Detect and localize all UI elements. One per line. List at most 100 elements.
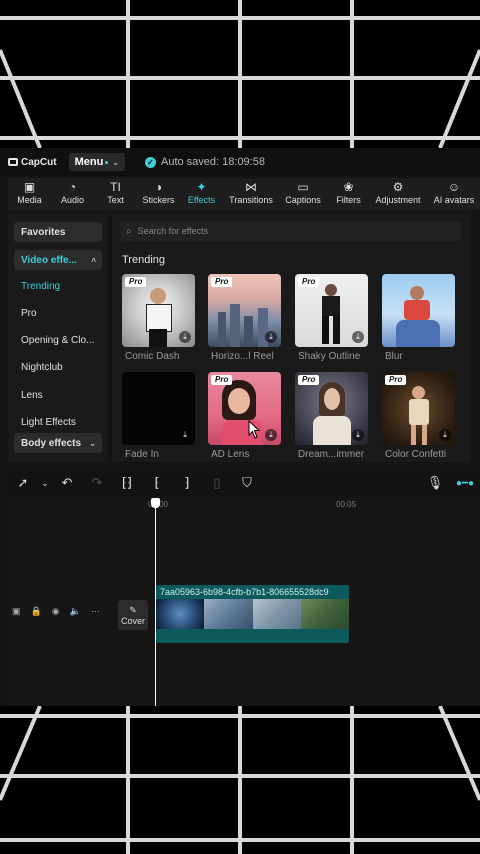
chevron-up-icon: ˄ [91,255,96,265]
link-toggle-icon[interactable]: ●━● [450,478,480,489]
sidebar-item-label: Video effe... [21,254,77,266]
effect-thumbnail: Pro ⤓ [382,372,455,445]
sidebar-item-label: Lens [21,389,43,401]
cover-button[interactable]: ✎ Cover [118,600,148,630]
search-input[interactable]: ⌕ Search for effects [120,221,462,241]
effect-card-comic-dash[interactable]: Pro ⤓ Comic Dash [122,274,195,362]
tab-effects[interactable]: ✦ Effects [180,178,223,210]
sidebar-item-label: Opening & Clo... [21,334,95,346]
autosave-status: ✓ Auto saved: 18:09:58 [145,156,265,168]
timeline-panel: 00:00 00:05 ▣ 🔒 ◉ 🔈 ⋯ ✎ Cover 7aa05963-6… [8,496,480,706]
effect-label: Color Confetti [385,449,447,460]
tab-label: AI avatars [433,195,475,205]
effect-card-fade-in[interactable]: ⤓ Fade In [122,372,195,460]
clip-frame [252,599,301,629]
effect-thumbnail: Pro ⤓ [295,274,368,347]
tab-transitions[interactable]: ⋈ Transitions [223,178,279,210]
logo-text: CapCut [21,156,57,168]
download-icon[interactable]: ⤓ [352,429,364,441]
sidebar-item-label: Light Effects [21,416,76,428]
effect-thumbnail: Pro ⤓ [122,274,195,347]
download-icon[interactable]: ⤓ [265,429,277,441]
effect-card-blur[interactable]: Blur [382,274,455,362]
chevron-down-icon: ⌄ [89,438,96,448]
shield-icon[interactable]: ⛉ [232,475,262,491]
tab-label: Captions [285,195,321,205]
delete-icon[interactable]: ▯ [202,475,232,491]
tab-media[interactable]: ▣ Media [8,178,51,210]
sidebar-item-light-effects[interactable]: Light Effects [14,412,102,432]
track-controls: ▣ 🔒 ◉ 🔈 ⋯ [12,606,110,617]
split-right-icon[interactable]: ⁆ [172,475,202,491]
clip-frame [156,599,205,629]
effect-label: Horizo...l Reel [211,351,274,362]
clip-frames [156,599,349,629]
lock-icon[interactable]: 🔒 [31,606,42,617]
tab-captions[interactable]: ▭ Captions [279,178,327,210]
check-icon: ✓ [145,156,156,168]
volume-icon[interactable]: 🔈 [70,606,81,617]
transitions-icon: ⋈ [245,180,257,194]
redo-icon[interactable]: ↷ [82,475,112,491]
download-icon[interactable]: ⤓ [179,429,191,441]
effect-card-dream-shimmer[interactable]: Pro ⤓ Dream...immer [295,372,368,460]
download-icon[interactable]: ⤓ [265,331,277,343]
download-icon[interactable]: ⤓ [179,331,191,343]
video-clip[interactable]: 7aa05963-6b98-4cfb-b7b1-806655528dc9 [156,585,349,643]
capcut-logo: CapCut [8,157,57,168]
sidebar-item-pro[interactable]: Pro [14,303,102,323]
mouse-cursor-icon [248,420,261,439]
sidebar-item-label: Favorites [21,226,66,238]
capcut-logo-icon [8,158,18,166]
undo-icon[interactable]: ↶ [52,475,82,491]
capcut-window: CapCut Menu ⌄ ✓ Auto saved: 18:09:58 ▣ M… [0,148,480,706]
cover-label: Cover [120,615,145,626]
tab-label: Adjustment [375,195,421,205]
main-toolbar: ▣ Media ◔ Audio TI Text ◑ Stickers ✦ Eff… [8,178,480,210]
split-left-icon[interactable]: ⁅ [142,475,172,491]
effect-card-color-confetti[interactable]: Pro ⤓ Color Confetti [382,372,455,460]
effect-card-horizontal-reel[interactable]: Pro ⤓ Horizo...l Reel [208,274,281,362]
select-tool-icon[interactable]: ➚ [8,475,38,491]
download-icon[interactable]: ⤓ [352,331,364,343]
search-placeholder: Search for effects [137,226,208,236]
sidebar-item-label: Nightclub [21,361,63,373]
tab-filters[interactable]: ❀ Filters [327,178,370,210]
playhead-handle[interactable] [151,498,160,508]
sidebar-item-trending[interactable]: Trending [14,276,102,296]
tab-audio[interactable]: ◔ Audio [51,178,94,210]
search-icon: ⌕ [126,225,132,237]
sidebar-item-video-effects[interactable]: Video effe... ˄ [14,250,102,270]
clip-name: 7aa05963-6b98-4cfb-b7b1-806655528dc9 [160,587,329,597]
clip-frame [300,599,349,629]
tab-adjustment[interactable]: ⚙ Adjustment [370,178,426,210]
tab-ai-avatars[interactable]: ☺ AI avatars [426,178,480,210]
split-icon[interactable]: ⁅⁆ [112,475,142,491]
sidebar-item-opening-closing[interactable]: Opening & Clo... [14,330,102,350]
sidebar-item-label: Body effects [21,437,82,449]
chevron-down-icon: ⌄ [112,157,119,167]
pro-badge: Pro [211,375,233,385]
effect-thumbnail [382,274,455,347]
effect-card-ad-lens[interactable]: Pro ⤓ AD Lens [208,372,281,460]
more-icon[interactable]: ⋯ [91,606,100,617]
tab-label: Filters [336,195,361,205]
microphone-icon[interactable]: 🎙 [420,475,450,491]
sidebar-item-lens[interactable]: Lens [14,385,102,405]
effect-label: Fade In [125,449,159,460]
menu-button[interactable]: Menu ⌄ [68,153,125,171]
effect-card-shaky-outline[interactable]: Pro ⤓ Shaky Outline [295,274,368,362]
tab-stickers[interactable]: ◑ Stickers [137,178,180,210]
sidebar-item-label: Trending [21,280,61,292]
chevron-down-icon[interactable]: ⌄ [38,478,52,489]
tab-label: Effects [187,195,216,205]
download-icon[interactable]: ⤓ [439,429,451,441]
sidebar-item-body-effects[interactable]: Body effects ⌄ [14,433,102,453]
ruler-mark: 00:05 [336,500,357,509]
playhead[interactable] [155,498,156,706]
track-preview-icon[interactable]: ▣ [12,606,21,617]
eye-icon[interactable]: ◉ [52,606,60,617]
sidebar-item-favorites[interactable]: Favorites [14,222,102,242]
tab-text[interactable]: TI Text [94,178,137,210]
sidebar-item-nightclub[interactable]: Nightclub [14,357,102,377]
